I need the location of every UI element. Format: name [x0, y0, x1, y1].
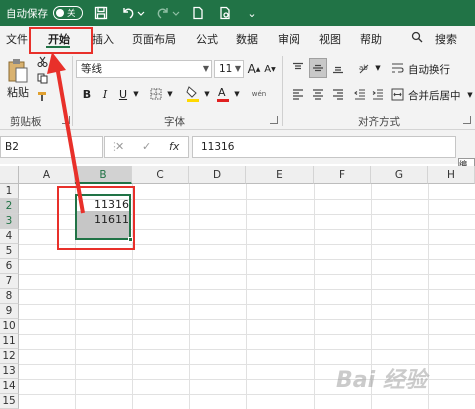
annotation-arrow-icon: [47, 52, 85, 214]
watermark: Bai 经验: [336, 368, 427, 393]
